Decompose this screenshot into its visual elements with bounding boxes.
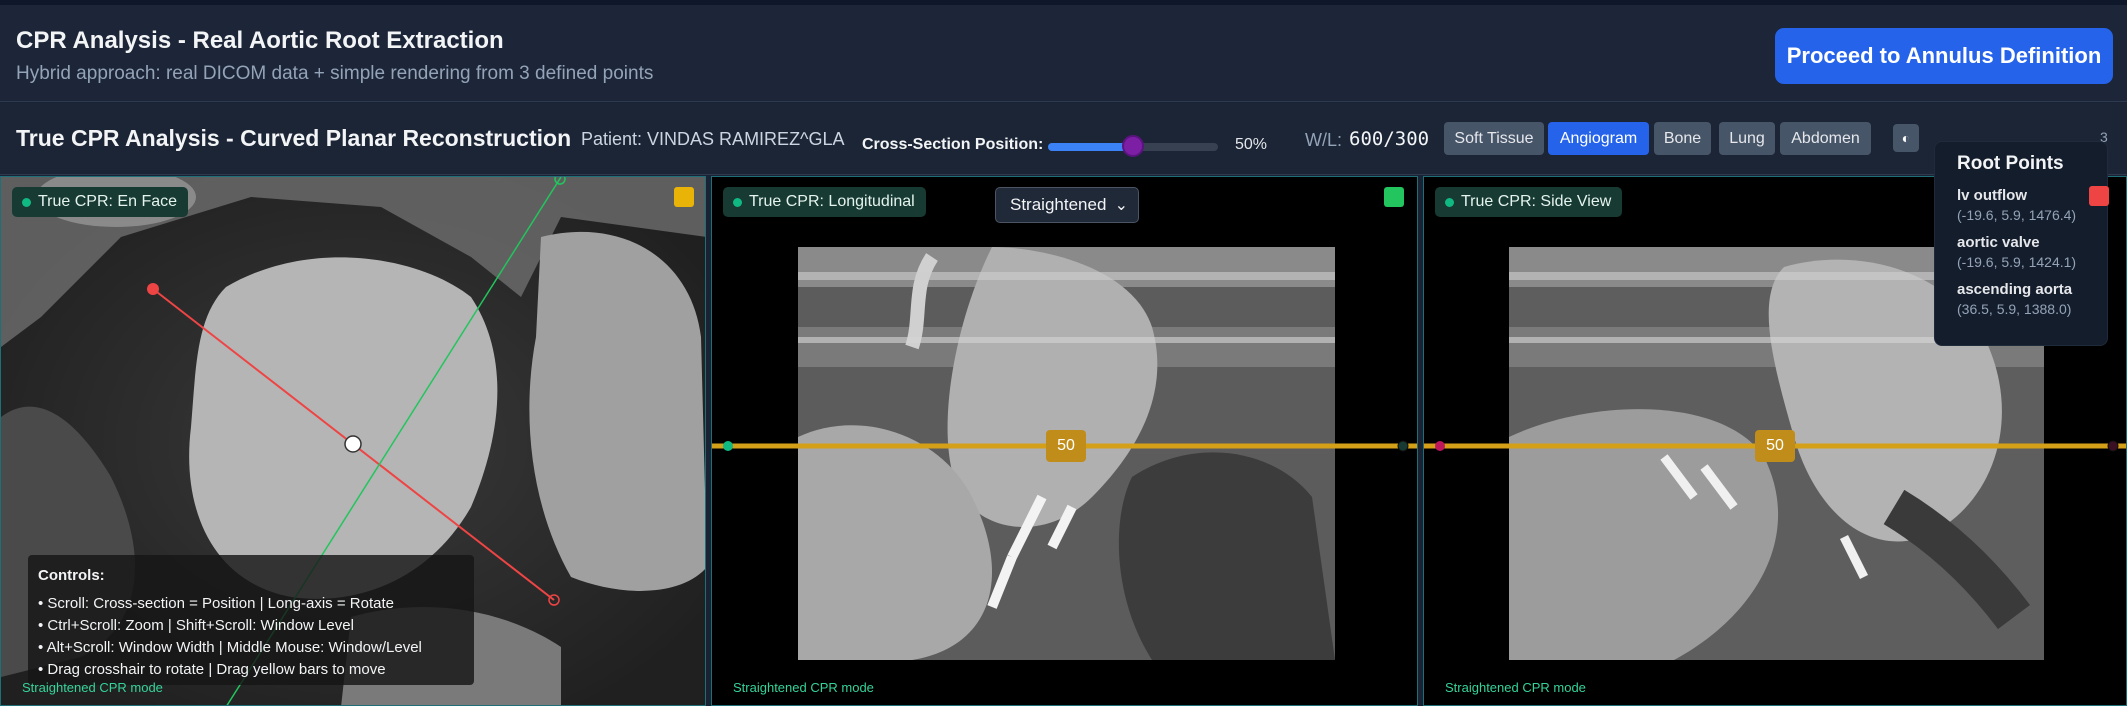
root-point-coord: (36.5, 5.9, 1388.0) bbox=[1957, 301, 2072, 317]
preset-lung-button[interactable]: Lung bbox=[1719, 122, 1775, 155]
cpr-toolbar: True CPR Analysis - Curved Planar Recons… bbox=[0, 103, 2127, 175]
crosshair-center bbox=[344, 435, 362, 453]
preset-abdomen-button[interactable]: Abdomen bbox=[1780, 122, 1871, 155]
crosshair-red-handle bbox=[147, 283, 159, 295]
controls-title: Controls: bbox=[38, 567, 105, 584]
preset-soft-tissue-button[interactable]: Soft Tissue bbox=[1444, 122, 1544, 155]
viewport-side-view-label: True CPR: Side View bbox=[1435, 187, 1623, 217]
contrast-icon[interactable]: ◐ bbox=[1893, 124, 1919, 152]
status-dot-icon bbox=[22, 198, 31, 207]
controls-line: • Ctrl+Scroll: Zoom | Shift+Scroll: Wind… bbox=[38, 617, 354, 634]
cross-section-slider-thumb[interactable] bbox=[1122, 135, 1144, 157]
status-dot-icon bbox=[1445, 198, 1454, 207]
root-point-item[interactable]: aortic valve (-19.6, 5.9, 1424.1) bbox=[1957, 234, 2107, 270]
viewport-en-face[interactable]: True CPR: En Face Controls: • Scroll: Cr… bbox=[0, 176, 706, 706]
cross-section-slider-fill bbox=[1048, 143, 1133, 151]
longitudinal-color-marker bbox=[1384, 187, 1404, 207]
cross-section-value: 50% bbox=[1235, 136, 1268, 153]
root-point-name: ascending aorta bbox=[1957, 281, 2073, 298]
cpr-title: True CPR Analysis - Curved Planar Recons… bbox=[16, 125, 572, 151]
root-points-title: Root Points bbox=[1957, 153, 2064, 174]
view-mode-value: Straightened bbox=[1010, 195, 1107, 214]
viewport-mode-text: Straightened CPR mode bbox=[22, 680, 163, 695]
view-mode-select[interactable]: Straightened ⌄ bbox=[995, 187, 1139, 223]
cross-section-label: Cross-Section Position: bbox=[862, 136, 1044, 153]
root-point-coord: (-19.6, 5.9, 1424.1) bbox=[1957, 254, 2077, 270]
root-point-item[interactable]: ascending aorta (36.5, 5.9, 1388.0) bbox=[1957, 281, 2107, 317]
viewport-en-face-label: True CPR: En Face bbox=[12, 187, 189, 217]
en-face-color-marker bbox=[674, 187, 694, 207]
viewport-longitudinal-title: True CPR: Longitudinal bbox=[749, 193, 915, 210]
preset-bone-button[interactable]: Bone bbox=[1654, 122, 1711, 155]
proceed-annulus-button[interactable]: Proceed to Annulus Definition bbox=[1775, 28, 2113, 84]
status-dot-icon bbox=[733, 198, 742, 207]
page-subtitle: Hybrid approach: real DICOM data + simpl… bbox=[16, 63, 654, 84]
viewport-en-face-title: True CPR: En Face bbox=[38, 193, 178, 210]
chevron-down-icon: ⌄ bbox=[1114, 197, 1128, 214]
root-point-coord: (-19.6, 5.9, 1476.4) bbox=[1957, 207, 2077, 223]
root-points-panel: Root Points lv outflow (-19.6, 5.9, 1476… bbox=[1934, 141, 2108, 346]
root-point-name: lv outflow bbox=[1957, 187, 2027, 204]
root-point-item[interactable]: lv outflow (-19.6, 5.9, 1476.4) bbox=[1957, 187, 2107, 223]
lv-outflow-color-marker bbox=[2089, 186, 2109, 206]
viewport-longitudinal[interactable]: True CPR: Longitudinal Straightened ⌄ 50… bbox=[711, 176, 1418, 706]
root-point-name: aortic valve bbox=[1957, 234, 2040, 251]
viewport-side-view-title: True CPR: Side View bbox=[1461, 193, 1612, 210]
viewport-longitudinal-label: True CPR: Longitudinal bbox=[723, 187, 926, 217]
viewport-mode-text: Straightened CPR mode bbox=[733, 680, 874, 695]
controls-line: • Scroll: Cross-section = Position | Lon… bbox=[38, 595, 394, 612]
position-bar-handle[interactable]: 50 bbox=[1046, 430, 1086, 462]
preset-angiogram-button[interactable]: Angiogram bbox=[1548, 122, 1649, 155]
page-title: CPR Analysis - Real Aortic Root Extracti… bbox=[16, 27, 504, 54]
controls-help: Controls: • Scroll: Cross-section = Posi… bbox=[28, 555, 474, 685]
cross-section-slider[interactable] bbox=[1048, 135, 1218, 157]
patient-name: Patient: VINDAS RAMIREZ^GLA bbox=[581, 129, 845, 149]
position-bar-handle[interactable]: 50 bbox=[1755, 430, 1795, 462]
viewport-mode-text: Straightened CPR mode bbox=[1445, 680, 1586, 695]
controls-line: • Drag crosshair to rotate | Drag yellow… bbox=[38, 661, 386, 678]
app-header: CPR Analysis - Real Aortic Root Extracti… bbox=[0, 5, 2127, 102]
window-level-value: 600/300 bbox=[1349, 128, 1430, 150]
controls-line: • Alt+Scroll: Window Width | Middle Mous… bbox=[38, 639, 422, 656]
window-level-label: W/L: bbox=[1305, 130, 1343, 150]
